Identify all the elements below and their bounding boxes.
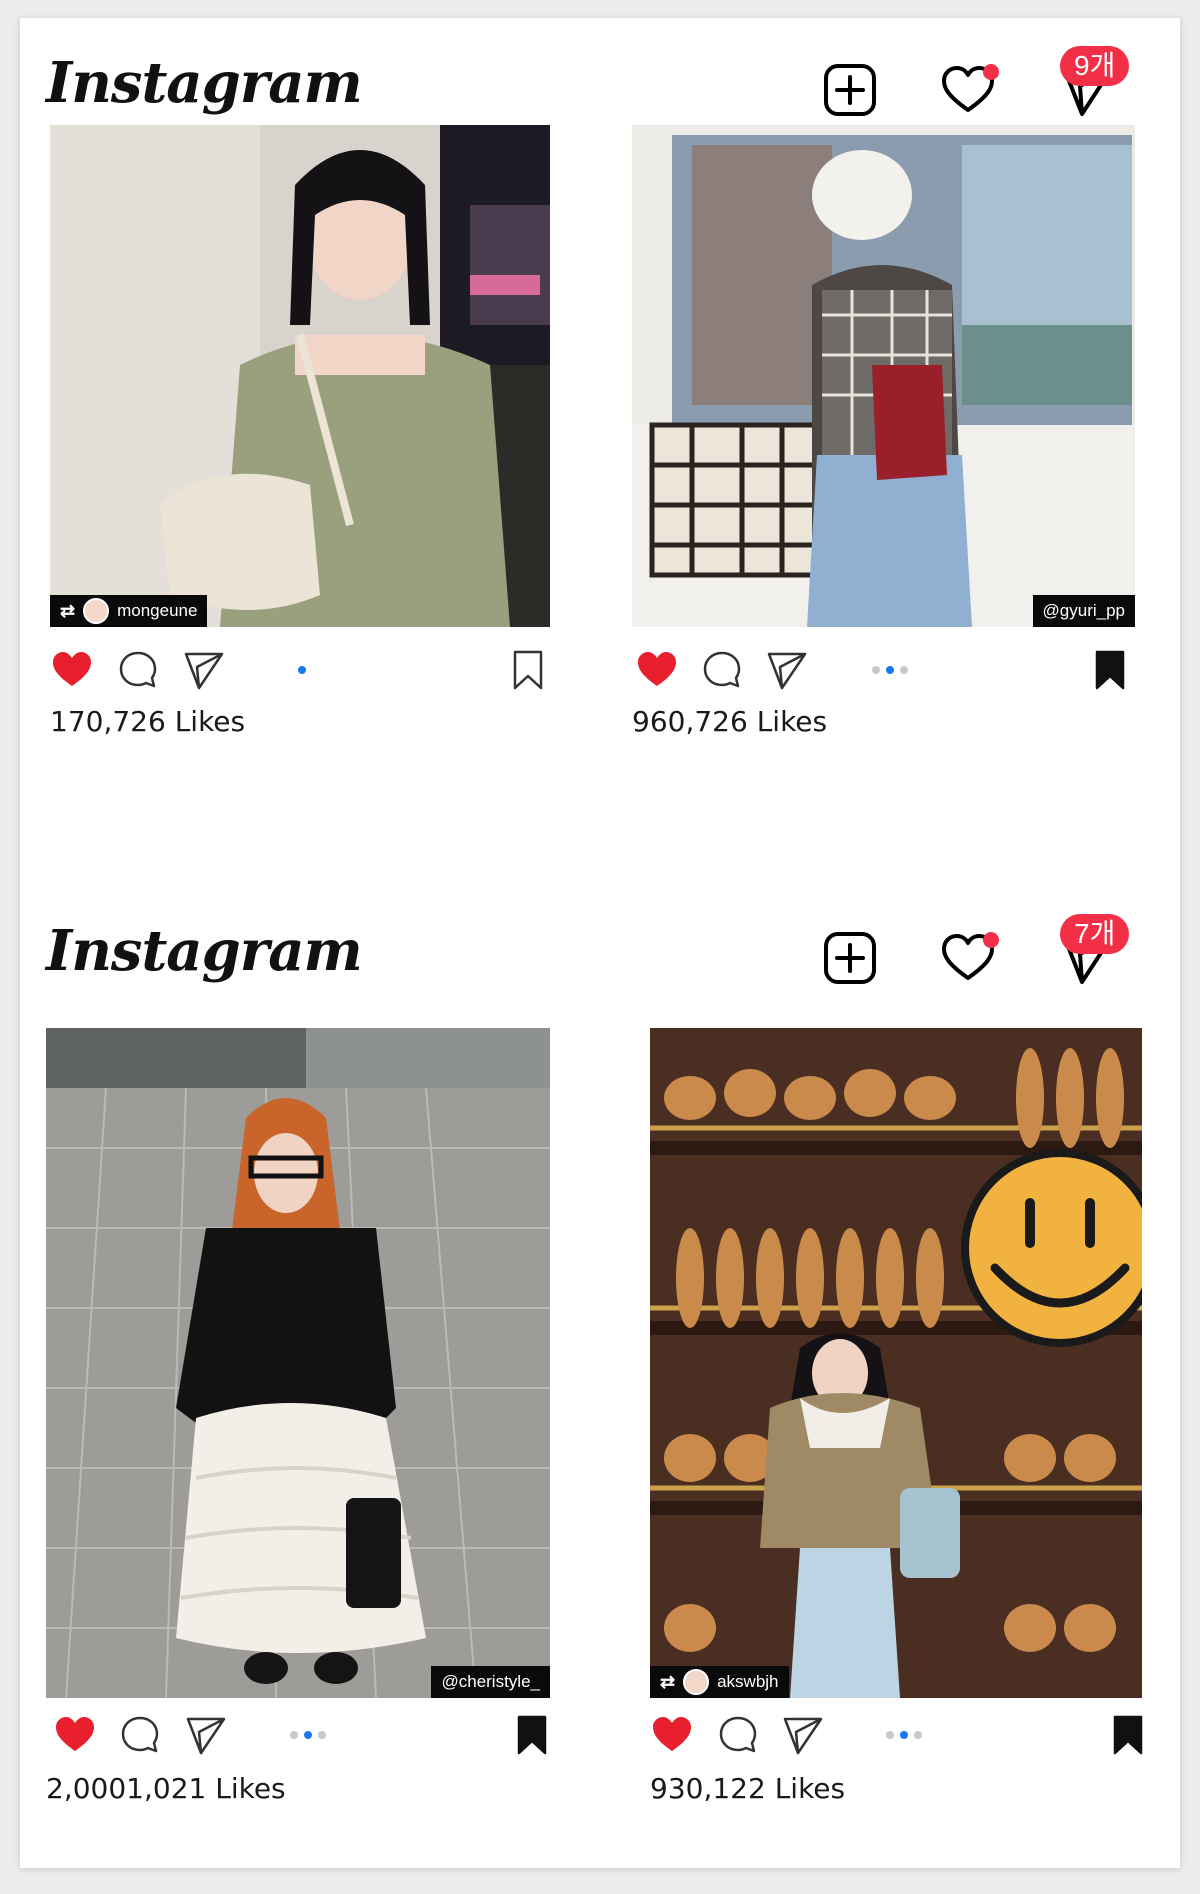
carousel-dot	[298, 666, 306, 674]
post-photo[interactable]: ⇄ mongeune	[50, 125, 550, 627]
post-actions	[632, 648, 1132, 692]
carousel-dot	[886, 1731, 894, 1739]
share-icon[interactable]	[765, 648, 809, 692]
feed-section-2: Instagram 7개 @cheristyle_ 2,0001,021 Lik…	[20, 886, 1180, 1805]
message-count-badge: 7개	[1060, 914, 1130, 954]
post-author-tag[interactable]: ⇄ akswbjh	[650, 1666, 789, 1698]
post-author-tag[interactable]: @cheristyle_	[431, 1666, 550, 1698]
carousel-dot	[914, 1731, 922, 1739]
post-author-name: @cheristyle_	[441, 1672, 540, 1691]
post-actions	[46, 1713, 547, 1757]
comment-icon[interactable]	[700, 648, 744, 692]
share-icon[interactable]	[781, 1713, 825, 1757]
add-post-icon[interactable]	[820, 928, 880, 988]
comment-icon[interactable]	[716, 1713, 760, 1757]
post-author-tag[interactable]: ⇄ mongeune	[50, 595, 208, 627]
message-count-badge: 9개	[1060, 46, 1130, 86]
carousel-dot	[304, 1731, 312, 1739]
like-heart-icon[interactable]	[53, 1713, 97, 1757]
notification-dot	[983, 64, 999, 80]
carousel-dot	[318, 1731, 326, 1739]
share-icon[interactable]	[184, 1713, 228, 1757]
bookmark-icon[interactable]	[506, 648, 550, 692]
carousel-dots	[872, 666, 908, 674]
bookmark-icon[interactable]	[510, 1713, 554, 1757]
post-author-name: @gyuri_pp	[1042, 601, 1125, 620]
notifications-heart-icon[interactable]	[938, 60, 999, 120]
comment-icon[interactable]	[118, 1713, 162, 1757]
like-heart-icon[interactable]	[650, 1713, 694, 1757]
post-actions	[650, 1713, 1150, 1757]
post-actions	[50, 648, 550, 692]
carousel-dot	[900, 666, 908, 674]
like-heart-icon[interactable]	[635, 648, 679, 692]
avatar	[683, 1669, 710, 1695]
instagram-logo[interactable]: Instagram	[46, 50, 363, 116]
likes-count[interactable]: 960,726 Likes	[632, 705, 827, 738]
add-post-icon[interactable]	[820, 60, 880, 120]
feed-card: Instagram 9개 ⇄ mongeune 170,726 Likes @g…	[20, 18, 1180, 1868]
feed-section-1: Instagram 9개 ⇄ mongeune 170,726 Likes @g…	[20, 18, 1180, 878]
likes-count[interactable]: 930,122 Likes	[650, 1772, 845, 1805]
comment-icon[interactable]	[116, 648, 160, 692]
post-photo[interactable]: @cheristyle_	[46, 1028, 550, 1698]
bookmark-icon[interactable]	[1088, 648, 1132, 692]
carousel-dot	[886, 666, 894, 674]
like-heart-icon[interactable]	[50, 648, 94, 692]
post-author-name: mongeune	[117, 601, 198, 620]
carousel-dots	[298, 666, 306, 674]
carousel-dot	[290, 1731, 298, 1739]
repost-icon: ⇄	[60, 601, 76, 621]
likes-count[interactable]: 2,0001,021 Likes	[46, 1772, 286, 1805]
post-photo[interactable]: @gyuri_pp	[632, 125, 1135, 627]
bookmark-icon[interactable]	[1106, 1713, 1150, 1757]
likes-count[interactable]: 170,726 Likes	[50, 705, 245, 738]
avatar	[83, 598, 110, 624]
carousel-dot	[872, 666, 880, 674]
notifications-heart-icon[interactable]	[938, 928, 999, 988]
carousel-dots	[886, 1731, 922, 1739]
carousel-dots	[290, 1731, 326, 1739]
carousel-dot	[900, 1731, 908, 1739]
post-author-tag[interactable]: @gyuri_pp	[1032, 595, 1135, 627]
post-author-name: akswbjh	[717, 1672, 779, 1691]
repost-icon: ⇄	[660, 1672, 676, 1692]
share-icon[interactable]	[182, 648, 226, 692]
post-photo[interactable]: ⇄ akswbjh	[650, 1028, 1142, 1698]
instagram-logo[interactable]: Instagram	[46, 918, 363, 984]
notification-dot	[983, 932, 999, 948]
